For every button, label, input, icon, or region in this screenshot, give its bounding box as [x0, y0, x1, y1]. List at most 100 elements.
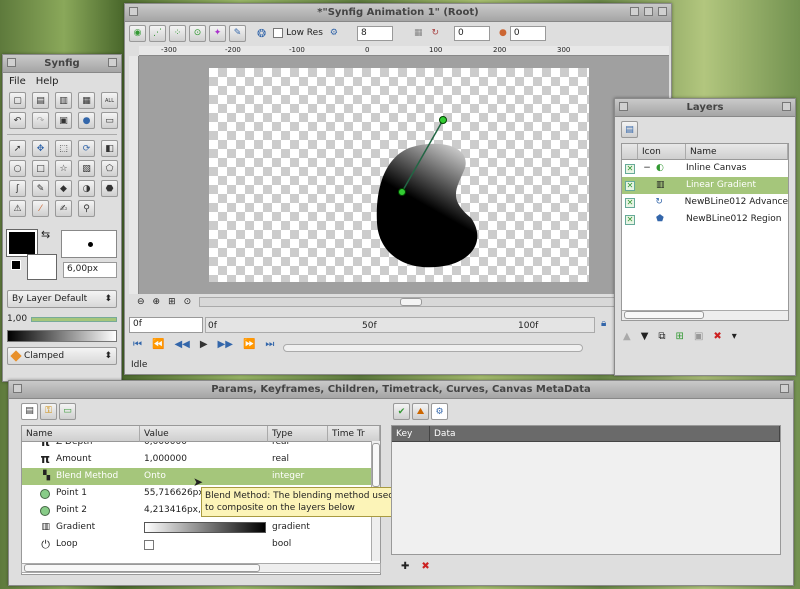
text-tool-icon[interactable]: ⁄ [32, 200, 49, 217]
layers-hscrollbar[interactable] [622, 310, 788, 320]
eyedrop-tool-icon[interactable]: ⚠ [9, 200, 26, 217]
seek-end-icon[interactable]: ⏭ [265, 339, 274, 350]
play-icon[interactable]: ▶ [200, 339, 208, 350]
next-frame-icon[interactable]: ▶▶ [218, 339, 233, 350]
layer-row[interactable]: ✕ ↻ NewBLine012 Advance [622, 194, 788, 211]
layer-row[interactable]: ✕ ▥ Linear Gradient [622, 177, 788, 194]
param-row[interactable]: ▥ Gradient gradient [22, 519, 380, 536]
smooth-move-tool-icon[interactable]: ✥ [32, 140, 49, 157]
onion-future-field[interactable]: 0 [509, 25, 546, 41]
param-value[interactable]: Onto [140, 468, 268, 485]
param-value[interactable]: 1,000000 [140, 451, 268, 468]
preview-icon[interactable]: ▭ [101, 112, 118, 129]
duplicate-layer-icon[interactable]: ⧉ [658, 331, 665, 342]
render-mode-icon[interactable]: ◉ [129, 24, 146, 42]
polygon-tool-icon[interactable]: ⬠ [101, 160, 118, 177]
raise-layer-icon[interactable]: ▲ [623, 331, 631, 342]
col-name[interactable]: Name [22, 426, 140, 442]
layer-active-checkbox[interactable]: ✕ [625, 214, 635, 225]
window-menu-button[interactable] [13, 384, 22, 393]
layers-tab-icon[interactable]: ▤ [621, 121, 638, 138]
lower-layer-icon[interactable]: ▼ [641, 331, 649, 342]
maximize-button[interactable] [644, 7, 653, 16]
quality-field[interactable]: 8 [356, 25, 393, 41]
default-gradient[interactable] [7, 330, 117, 342]
close-button[interactable] [108, 58, 117, 67]
save-as-icon[interactable]: ▦ [78, 92, 95, 109]
prev-keyframe-icon[interactable]: ⏪ [152, 339, 164, 350]
keyframes-tab-icon[interactable]: ⚿ [40, 402, 57, 420]
low-res-checkbox[interactable] [273, 28, 284, 38]
encapsulate-icon[interactable]: ⊞ [676, 331, 684, 342]
scale-tool-icon[interactable]: ⬚ [55, 140, 72, 157]
col-data[interactable]: Data [430, 426, 780, 442]
spline-tool-icon[interactable]: ʃ [9, 180, 26, 197]
prev-frame-icon[interactable]: ◀◀ [174, 339, 189, 350]
col-value[interactable]: Value [140, 426, 268, 442]
loop-checkbox[interactable] [144, 539, 154, 550]
layer-active-checkbox[interactable]: ✕ [625, 180, 635, 191]
toggle-bone-icon[interactable]: ⊙ [189, 24, 206, 42]
canvas-image[interactable] [209, 68, 589, 282]
circle-tool-icon[interactable]: ○ [9, 160, 26, 177]
close-button[interactable] [780, 384, 789, 393]
interpolation-select[interactable]: Clamped ⬍ [7, 347, 117, 365]
expander-icon[interactable]: − [638, 160, 656, 177]
window-menu-button[interactable] [7, 58, 16, 67]
col-icon[interactable]: Icon [638, 144, 686, 160]
fill-tool-icon[interactable]: ⬣ [101, 180, 118, 197]
rectangle-tool-icon[interactable]: □ [32, 160, 49, 177]
mirror-tool-icon[interactable]: ◧ [101, 140, 118, 157]
col-type[interactable]: Type [268, 426, 328, 442]
zoom-in-icon[interactable]: ⊕ [153, 297, 161, 307]
col-name[interactable]: Name [686, 144, 788, 160]
keyframes-list-tab-icon[interactable]: ✔ [393, 403, 410, 420]
lock-icon[interactable]: 🔒︎ [601, 318, 606, 329]
redo-icon[interactable]: ↷ [32, 112, 49, 129]
zoom-100-icon[interactable]: ⊙ [184, 297, 192, 307]
menu-help[interactable]: Help [36, 76, 59, 87]
params-titlebar[interactable]: Params, Keyframes, Children, Timetrack, … [9, 381, 793, 399]
more-icon[interactable]: ▾ [732, 331, 737, 342]
horizontal-scrollbar[interactable] [199, 297, 669, 307]
next-keyframe-icon[interactable]: ⏩ [243, 339, 255, 350]
opacity-slider[interactable] [31, 316, 117, 322]
close-button[interactable] [782, 102, 791, 111]
curves-tab-icon[interactable]: ⛰ [412, 403, 429, 420]
sphere-icon[interactable]: ❂ [257, 27, 266, 40]
undo-icon[interactable]: ↶ [9, 112, 26, 129]
scroll-thumb[interactable] [624, 311, 704, 319]
show-ducks-icon[interactable]: ⁘ [169, 24, 186, 42]
show-guides-icon[interactable]: ⋰ [149, 24, 166, 42]
scroll-thumb[interactable] [400, 298, 423, 306]
gradient-value-swatch[interactable] [144, 522, 266, 533]
onion-past-field[interactable]: 0 [454, 25, 491, 41]
snap-icon[interactable]: ↻ [431, 28, 439, 38]
param-row[interactable]: π Z Depth 0,000000 real [22, 442, 380, 451]
setup-icon[interactable]: ▣ [55, 112, 72, 129]
zoom-fit-icon[interactable]: ⊞ [168, 297, 176, 307]
open-file-icon[interactable]: ▤ [32, 92, 49, 109]
width-tool-icon[interactable]: ◑ [78, 180, 95, 197]
reset-colors-icon[interactable] [11, 260, 21, 270]
playback-progress[interactable] [283, 344, 583, 352]
layer-row[interactable]: ✕ ⬟ NewBLine012 Region [622, 211, 788, 228]
children-tab-icon[interactable]: ▭ [59, 402, 76, 420]
params-tab-icon[interactable]: ▤ [21, 402, 38, 420]
rotate-tool-icon[interactable]: ⟳ [78, 140, 95, 157]
outline-color-swatch[interactable] [6, 229, 38, 257]
layers-titlebar[interactable]: Layers [615, 99, 795, 117]
delete-icon[interactable]: ✖ [421, 561, 429, 572]
current-time-field[interactable]: 0f [129, 317, 203, 333]
scroll-thumb[interactable] [24, 564, 260, 572]
canvas-titlebar[interactable]: *"Synfig Animation 1" (Root) [125, 4, 671, 22]
draw-mode-icon[interactable]: ✎ [229, 24, 246, 42]
param-row[interactable]: ⏻ Loop bool [22, 536, 380, 553]
toolbox-titlebar[interactable]: Synfig [3, 55, 121, 73]
draw-tool-icon[interactable]: ✎ [32, 180, 49, 197]
menu-file[interactable]: File [9, 76, 26, 87]
scroll-thumb[interactable] [372, 443, 380, 487]
gradient-tool-icon[interactable]: ▧ [78, 160, 95, 177]
params-hscrollbar[interactable] [21, 563, 381, 573]
param-row[interactable]: π Amount 1,000000 real [22, 451, 380, 468]
